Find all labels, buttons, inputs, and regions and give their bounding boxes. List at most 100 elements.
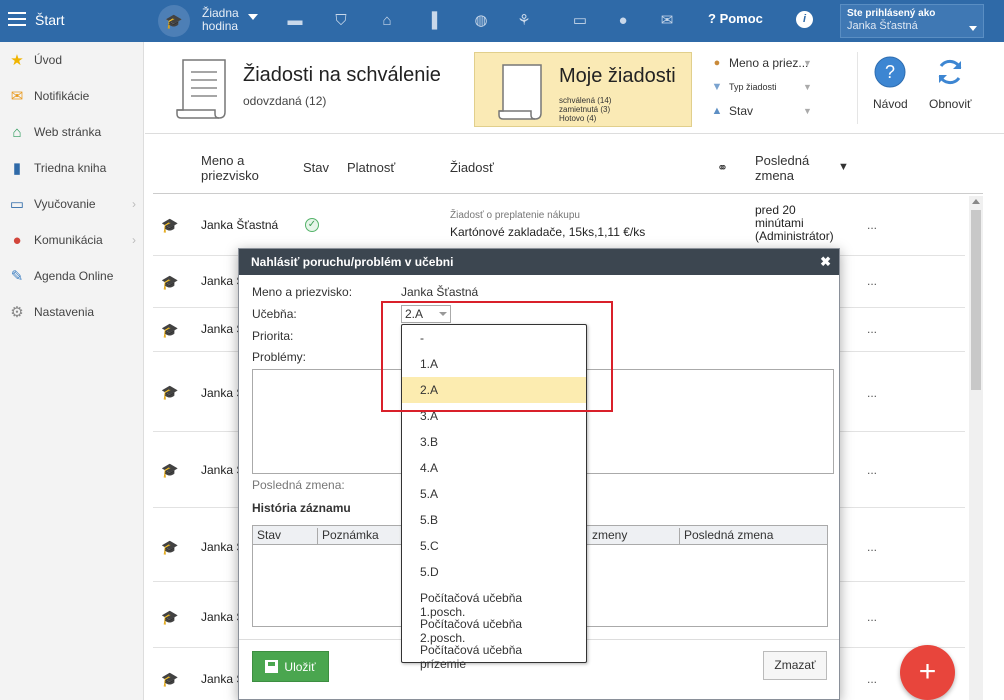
history-col-change: zmeny xyxy=(588,528,680,544)
caret-down-icon: ▼ xyxy=(803,106,812,116)
help-glyph: ? xyxy=(885,62,895,82)
scroll-up-icon[interactable] xyxy=(972,199,980,204)
room-option[interactable]: 5.C xyxy=(402,533,586,559)
filter-name[interactable]: ● Meno a priez... ▼ xyxy=(710,56,812,70)
help-button[interactable]: ? Návod xyxy=(873,56,908,111)
hiking-icon[interactable]: ⚘ xyxy=(513,10,535,30)
priority-label: Priorita: xyxy=(252,329,294,343)
my-requests-title: Moje žiadosti xyxy=(559,65,676,87)
sidebar-item-triedna-kniha[interactable]: ▮ Triedna kniha xyxy=(0,150,144,186)
basketball-icon[interactable]: ◍ xyxy=(470,10,492,30)
room-option[interactable]: 5.A xyxy=(402,481,586,507)
envelope-icon: ✉ xyxy=(10,88,24,105)
funnel-icon: ▼ xyxy=(711,81,723,93)
book-icon: ▮ xyxy=(12,160,22,177)
row-actions[interactable]: ... xyxy=(867,610,877,624)
room-option[interactable]: 4.A xyxy=(402,455,586,481)
row-actions[interactable]: ... xyxy=(867,540,877,554)
refresh-button[interactable]: Obnoviť xyxy=(929,56,972,111)
room-select-value: 2.A xyxy=(405,307,424,321)
sidebar-item-vyucovanie[interactable]: ▭ Vyučovanie › xyxy=(0,186,144,222)
caret-down-icon[interactable] xyxy=(248,14,258,20)
add-button[interactable]: + xyxy=(900,645,955,700)
sidebar-item-label: Nastavenia xyxy=(34,305,95,319)
save-button[interactable]: Uložiť xyxy=(252,651,329,682)
my-requests-tab[interactable]: Moje žiadosti schválená (14) zamietnutá … xyxy=(474,52,692,127)
column-last-change[interactable]: Posledná zmena xyxy=(755,153,825,183)
room-select[interactable]: 2.A xyxy=(401,305,451,323)
close-icon[interactable]: ✖ xyxy=(820,254,831,270)
graduation-cap-icon[interactable]: 🎓 xyxy=(158,5,190,37)
column-request[interactable]: Žiadosť xyxy=(450,160,494,175)
history-col-note: Poznámka xyxy=(318,528,403,544)
mail-icon[interactable]: ✉ xyxy=(656,10,678,30)
sidebar-item-label: Agenda Online xyxy=(34,269,114,283)
menu-icon[interactable] xyxy=(8,12,26,26)
sidebar-item-komunikacia[interactable]: ● Komunikácia › xyxy=(0,222,144,258)
clear-button[interactable]: Zmazať xyxy=(763,651,827,680)
bank-icon[interactable]: ⌂ xyxy=(376,10,398,30)
row-actions[interactable]: ... xyxy=(867,386,877,400)
approve-title[interactable]: Žiadosti na schválenie xyxy=(243,64,441,87)
sidebar-item-notifikacie[interactable]: ✉ Notifikácie xyxy=(0,78,144,114)
question-icon: ? xyxy=(874,56,906,88)
row-actions[interactable]: ... xyxy=(867,274,877,288)
filter-type[interactable]: ▼ Typ žiadosti ▼ xyxy=(710,80,812,94)
stat-approved: schválená (14) xyxy=(559,96,612,105)
room-option[interactable]: - xyxy=(402,325,586,351)
filter-name-label: Meno a priez... xyxy=(729,56,809,70)
column-validity[interactable]: Platnosť xyxy=(347,160,395,175)
requests-header: Žiadosti na schválenie odovzdaná (12) Mo… xyxy=(145,42,1004,134)
dialog-title: Nahlásiť poruchu/problém v učebni xyxy=(239,249,839,275)
room-option[interactable]: Počítačová učebňa 2.posch. xyxy=(402,611,586,645)
row-actions[interactable]: ... xyxy=(867,218,877,232)
start-link[interactable]: Štart xyxy=(35,12,65,28)
caret-down-icon: ▼ xyxy=(803,58,812,68)
stat-done: Hotovo (4) xyxy=(559,114,597,123)
help-link[interactable]: ? Pomoc xyxy=(708,11,763,26)
approve-count[interactable]: odovzdaná (12) xyxy=(243,94,326,108)
user-menu[interactable]: Ste prihlásený ako Janka Šťastná xyxy=(840,4,984,38)
sidebar-item-label: Triedna kniha xyxy=(34,161,107,175)
room-option[interactable]: 3.B xyxy=(402,429,586,455)
room-option-selected[interactable]: 2.A xyxy=(402,377,586,403)
row-actions[interactable]: ... xyxy=(867,463,877,477)
hour-selector[interactable]: Žiadna hodina xyxy=(202,7,239,33)
graduation-cap-icon: 🎓 xyxy=(161,322,179,338)
gear-icon: ⚙ xyxy=(10,304,24,321)
sidebar-item-agenda[interactable]: ✎ Agenda Online xyxy=(0,258,144,294)
name-value: Janka Šťastná xyxy=(401,285,479,299)
vertical-scrollbar[interactable] xyxy=(969,196,983,700)
presentation-icon[interactable]: ▭ xyxy=(569,10,591,30)
scrollbar-thumb[interactable] xyxy=(971,210,981,390)
sidebar-item-web[interactable]: ⌂ Web stránka xyxy=(0,114,144,150)
sidebar-item-nastavenia[interactable]: ⚙ Nastavenia xyxy=(0,294,144,330)
room-option[interactable]: Počítačová učebňa prízemie xyxy=(402,637,586,671)
row-actions[interactable]: ... xyxy=(867,672,877,686)
room-option[interactable]: 5.B xyxy=(402,507,586,533)
flag-icon: ▲ xyxy=(711,105,723,117)
sidebar-item-label: Notifikácie xyxy=(34,89,90,103)
sidebar-item-uvod[interactable]: ★ Úvod xyxy=(0,42,144,78)
bar-chart-icon[interactable]: ▐ xyxy=(421,10,443,30)
shield-icon[interactable]: ⛉ xyxy=(330,10,352,30)
sort-desc-icon[interactable]: ▼ xyxy=(838,160,849,175)
info-icon[interactable]: i xyxy=(796,11,813,28)
room-option[interactable]: 5.D xyxy=(402,559,586,585)
graduation-cap-icon: 🎓 xyxy=(161,609,179,625)
briefcase-icon[interactable]: ▬ xyxy=(284,10,306,30)
row-actions[interactable]: ... xyxy=(867,322,877,336)
column-state[interactable]: Stav xyxy=(303,160,329,175)
table-row[interactable]: 🎓 Janka Šťastná ✓ Žiadosť o preplatenie … xyxy=(153,194,965,256)
column-name[interactable]: Meno a priezvisko xyxy=(201,153,271,183)
room-option[interactable]: 3.A xyxy=(402,403,586,429)
chat-icon[interactable]: ● xyxy=(612,10,634,30)
filter-state[interactable]: ▲ Stav ▼ xyxy=(710,104,812,118)
graduation-cap-icon: 🎓 xyxy=(161,274,179,290)
save-label: Uložiť xyxy=(284,659,316,674)
room-option[interactable]: Počítačová učebňa 1.posch. xyxy=(402,585,586,619)
history-heading: História záznamu xyxy=(252,501,351,515)
graduation-cap-icon: 🎓 xyxy=(161,384,179,400)
room-option[interactable]: 1.A xyxy=(402,351,586,377)
graduation-cap-icon: 🎓 xyxy=(161,462,179,478)
